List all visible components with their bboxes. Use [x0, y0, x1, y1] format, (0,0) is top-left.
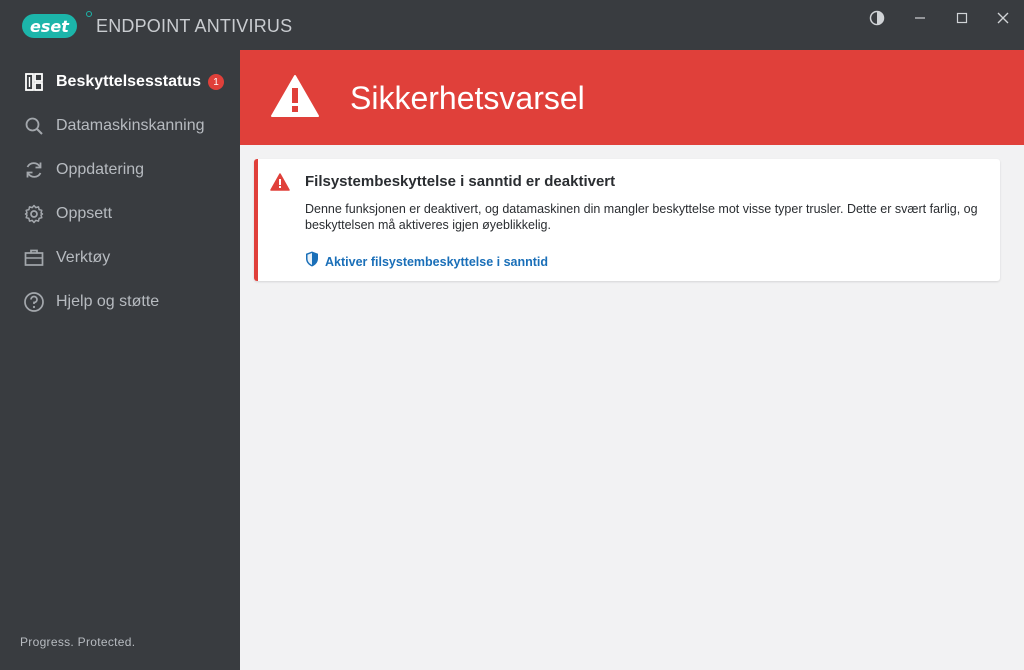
title-bar: eset ENDPOINT ANTIVIRUS: [0, 0, 1024, 50]
sidebar-item-datamaskinskanning[interactable]: Datamaskinskanning: [0, 106, 240, 146]
enable-protection-label: Aktiver filsystembeskyttelse i sanntid: [325, 254, 549, 269]
alert-card: Filsystembeskyttelse i sanntid er deakti…: [254, 159, 1000, 281]
page-title: Sikkerhetsvarsel: [350, 80, 585, 116]
eset-logo: eset: [22, 11, 92, 38]
warning-icon: [270, 74, 320, 123]
sidebar-item-verktoy[interactable]: Verktøy: [0, 238, 240, 278]
alert-stripe: [254, 159, 258, 281]
sidebar-item-oppsett[interactable]: Oppsett: [0, 194, 240, 234]
alert-banner: Sikkerhetsvarsel: [240, 50, 1024, 145]
app-title: ENDPOINT ANTIVIRUS: [96, 16, 293, 36]
sidebar-item-oppdatering[interactable]: Oppdatering: [0, 150, 240, 190]
trademark-mark: [86, 11, 92, 17]
maximize-icon[interactable]: [948, 6, 976, 30]
minimize-icon[interactable]: [906, 6, 934, 30]
briefcase-icon: [23, 247, 45, 269]
gear-icon: [23, 203, 45, 225]
sidebar-item-label: Hjelp og støtte: [56, 293, 160, 310]
search-icon: [23, 115, 45, 137]
sidebar-item-label: Oppsett: [56, 205, 113, 222]
close-icon[interactable]: [989, 6, 1017, 30]
refresh-icon: [23, 159, 45, 181]
enable-protection-link[interactable]: Aktiver filsystembeskyttelse i sanntid: [305, 251, 548, 272]
notification-badge: 1: [208, 74, 224, 90]
warning-icon: [270, 173, 290, 196]
sidebar-item-label: Beskyttelsesstatus: [56, 73, 201, 90]
contrast-icon[interactable]: [863, 6, 891, 30]
sidebar-item-label: Verktøy: [56, 249, 111, 266]
footer-tagline: Progress. Protected.: [20, 635, 136, 649]
sidebar-item-hjelp-og-stotte[interactable]: Hjelp og støtte: [0, 282, 240, 322]
main-content: Sikkerhetsvarsel Filsystembeskyttelse i …: [240, 50, 1024, 670]
sidebar: Beskyttelsesstatus 1 Datamaskinskanning …: [0, 50, 240, 670]
alert-title: Filsystembeskyttelse i sanntid er deakti…: [305, 173, 616, 190]
logo-badge: eset: [22, 14, 77, 38]
sidebar-item-label: Oppdatering: [56, 161, 145, 178]
shield-icon: [305, 251, 319, 272]
sidebar-item-label: Datamaskinskanning: [56, 117, 205, 134]
dashboard-icon: [23, 71, 45, 93]
sidebar-item-beskyttelsesstatus[interactable]: Beskyttelsesstatus 1: [0, 62, 240, 102]
help-icon: [23, 291, 45, 313]
alert-description: Denne funksjonen er deaktivert, og datam…: [305, 202, 978, 232]
